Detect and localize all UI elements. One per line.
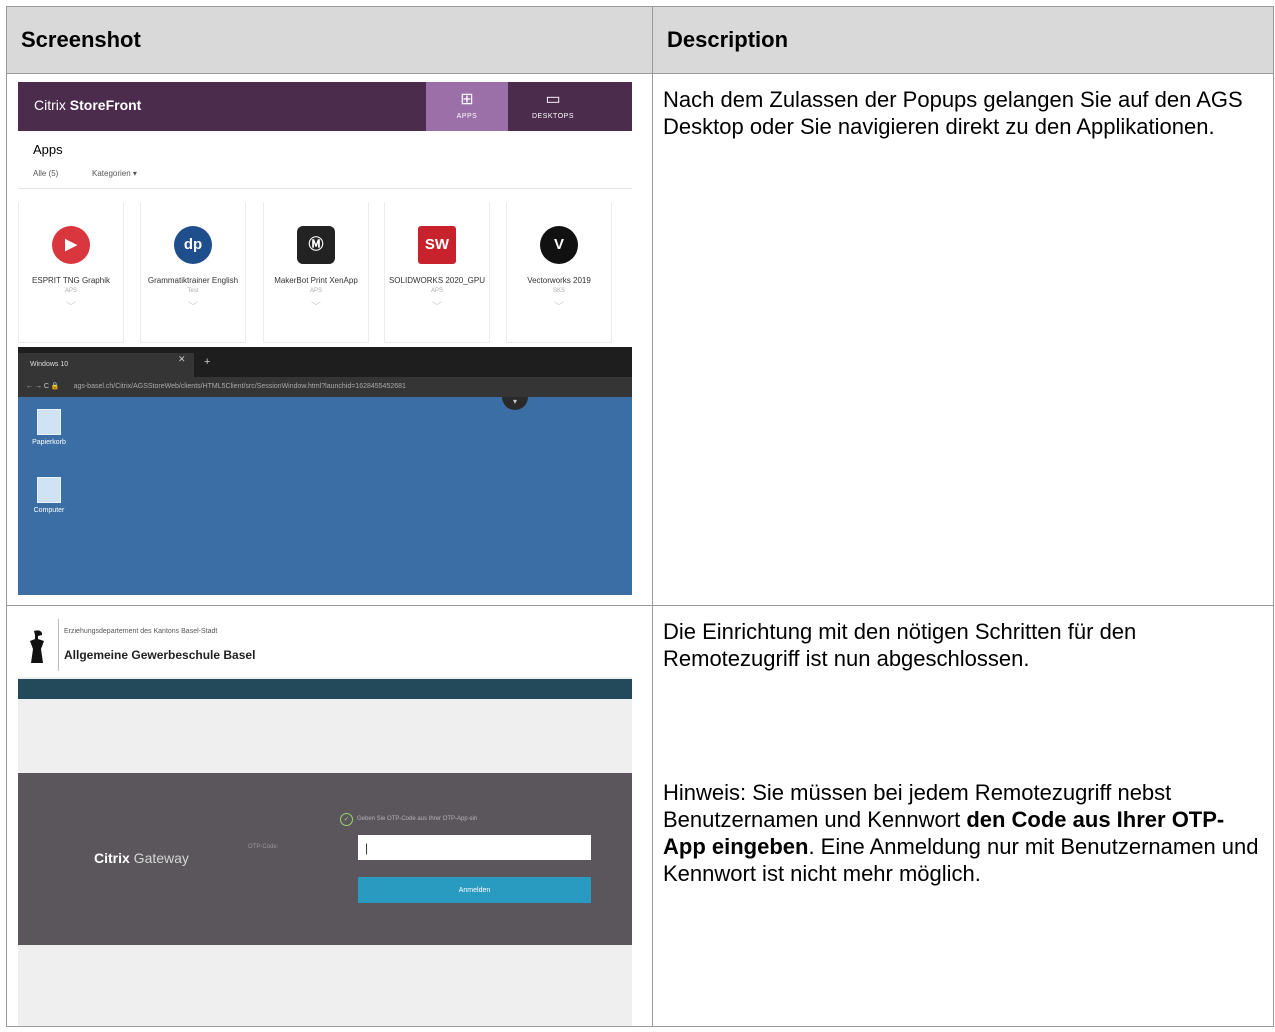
status-message: Geben Sie OTP-Code aus Ihrer OTP-App ein — [357, 816, 478, 822]
close-icon[interactable]: ✕ — [178, 354, 186, 365]
app-tile[interactable]: Ⓜ MakerBot Print XenApp APS ﹀ — [263, 202, 369, 343]
esprit-icon: ▶ — [52, 226, 90, 264]
filter-all[interactable]: Alle (5) — [33, 169, 58, 178]
document-table: Screenshot Description Citrix StoreFront… — [6, 6, 1274, 1027]
remote-desktop[interactable]: ▾ Papierkorb Computer — [18, 397, 632, 595]
divider — [18, 188, 632, 189]
note-text: Hinweis: Sie müssen bei jedem Remotezugr… — [663, 780, 1259, 886]
makerbot-icon: Ⓜ — [297, 226, 335, 264]
app-tile[interactable]: SW SOLIDWORKS 2020_GPU APS ﹀ — [384, 202, 490, 343]
table-row: Erziehungsdepartement des Kantons Basel-… — [6, 605, 1274, 1027]
app-tile[interactable]: ▶ ESPRIT TNG Graphik APS ﹀ — [18, 202, 124, 343]
basel-crest-icon — [30, 630, 44, 663]
login-button[interactable]: Anmelden — [358, 877, 591, 903]
check-icon: ✓ — [340, 813, 353, 826]
tab-apps[interactable]: ⊞ APPS — [426, 82, 508, 131]
storefront-screenshot: Citrix StoreFront ⊞ APPS ▭ DESKTOPS Apps… — [18, 82, 632, 595]
chevron-down-icon[interactable]: ﹀ — [141, 298, 245, 313]
session-toolbar-handle[interactable]: ▾ — [502, 397, 528, 410]
gateway-screenshot: Erziehungsdepartement des Kantons Basel-… — [18, 613, 632, 1026]
description-text: Nach dem Zulassen der Popups gelangen Si… — [663, 87, 1243, 139]
tab-desktops[interactable]: ▭ DESKTOPS — [512, 82, 594, 131]
recycle-bin-glyph — [37, 409, 61, 435]
vectorworks-icon: V — [540, 226, 578, 264]
chevron-down-icon[interactable]: ﹀ — [507, 298, 611, 313]
description-cell: Nach dem Zulassen der Popups gelangen Si… — [652, 73, 1274, 606]
url-text: ags-basel.ch/Citrix/AGSStoreWeb/clients/… — [73, 383, 406, 390]
grid-icon: ⊞ — [460, 91, 474, 108]
header-description: Description — [652, 6, 1274, 74]
solidworks-icon: SW — [418, 226, 456, 264]
browser-nav-icons[interactable]: ← → C 🔒 — [18, 383, 60, 390]
otp-input[interactable] — [358, 835, 591, 860]
recycle-bin-icon[interactable]: Papierkorb — [24, 409, 74, 446]
screenshot-cell: Erziehungsdepartement des Kantons Basel-… — [6, 605, 653, 1027]
description-cell: Die Einrichtung mit den nötigen Schritte… — [652, 605, 1274, 1027]
school-name: Allgemeine Gewerbeschule Basel — [64, 648, 256, 662]
address-bar[interactable]: ← → C 🔒 ags-basel.ch/Citrix/AGSStoreWeb/… — [18, 377, 632, 397]
description-text: Die Einrichtung mit den nötigen Schritte… — [663, 619, 1137, 671]
dp-icon: dp — [174, 226, 212, 264]
citrix-storefront-logo: Citrix StoreFront — [34, 97, 142, 113]
monitor-icon: ▭ — [545, 91, 561, 108]
header-bar — [18, 679, 632, 699]
gateway-login-panel: Citrix Gateway OTP-Code: ✓ Geben Sie OTP… — [18, 773, 632, 945]
computer-glyph — [37, 477, 61, 503]
chevron-down-icon[interactable]: ﹀ — [385, 298, 489, 313]
filter-categories[interactable]: Kategorien ▾ — [92, 169, 137, 178]
school-header: Erziehungsdepartement des Kantons Basel-… — [18, 613, 632, 677]
header-row: Screenshot Description — [6, 6, 1274, 74]
otp-label: OTP-Code: — [248, 844, 279, 850]
app-tile[interactable]: dp Grammatiktrainer English Test ﹀ — [140, 202, 246, 343]
chevron-down-icon[interactable]: ﹀ — [19, 298, 123, 313]
app-tile[interactable]: V Vectorworks 2019 SKS ﹀ — [506, 202, 612, 343]
screenshot-cell: Citrix StoreFront ⊞ APPS ▭ DESKTOPS Apps… — [6, 73, 653, 606]
citrix-gateway-logo: Citrix Gateway — [94, 850, 189, 866]
apps-heading: Apps — [33, 142, 63, 157]
browser-tabstrip: Windows 10 ✕ + — [18, 347, 632, 377]
new-tab-icon[interactable]: + — [204, 356, 210, 368]
org-name: Erziehungsdepartement des Kantons Basel-… — [64, 628, 218, 635]
header-screenshot: Screenshot — [6, 6, 653, 74]
header-separator — [58, 619, 59, 671]
table-row: Citrix StoreFront ⊞ APPS ▭ DESKTOPS Apps… — [6, 73, 1274, 606]
chevron-down-icon[interactable]: ﹀ — [264, 298, 368, 313]
computer-icon[interactable]: Computer — [24, 477, 74, 514]
storefront-header: Citrix StoreFront ⊞ APPS ▭ DESKTOPS — [18, 82, 632, 131]
browser-tab[interactable]: Windows 10 — [18, 353, 194, 377]
